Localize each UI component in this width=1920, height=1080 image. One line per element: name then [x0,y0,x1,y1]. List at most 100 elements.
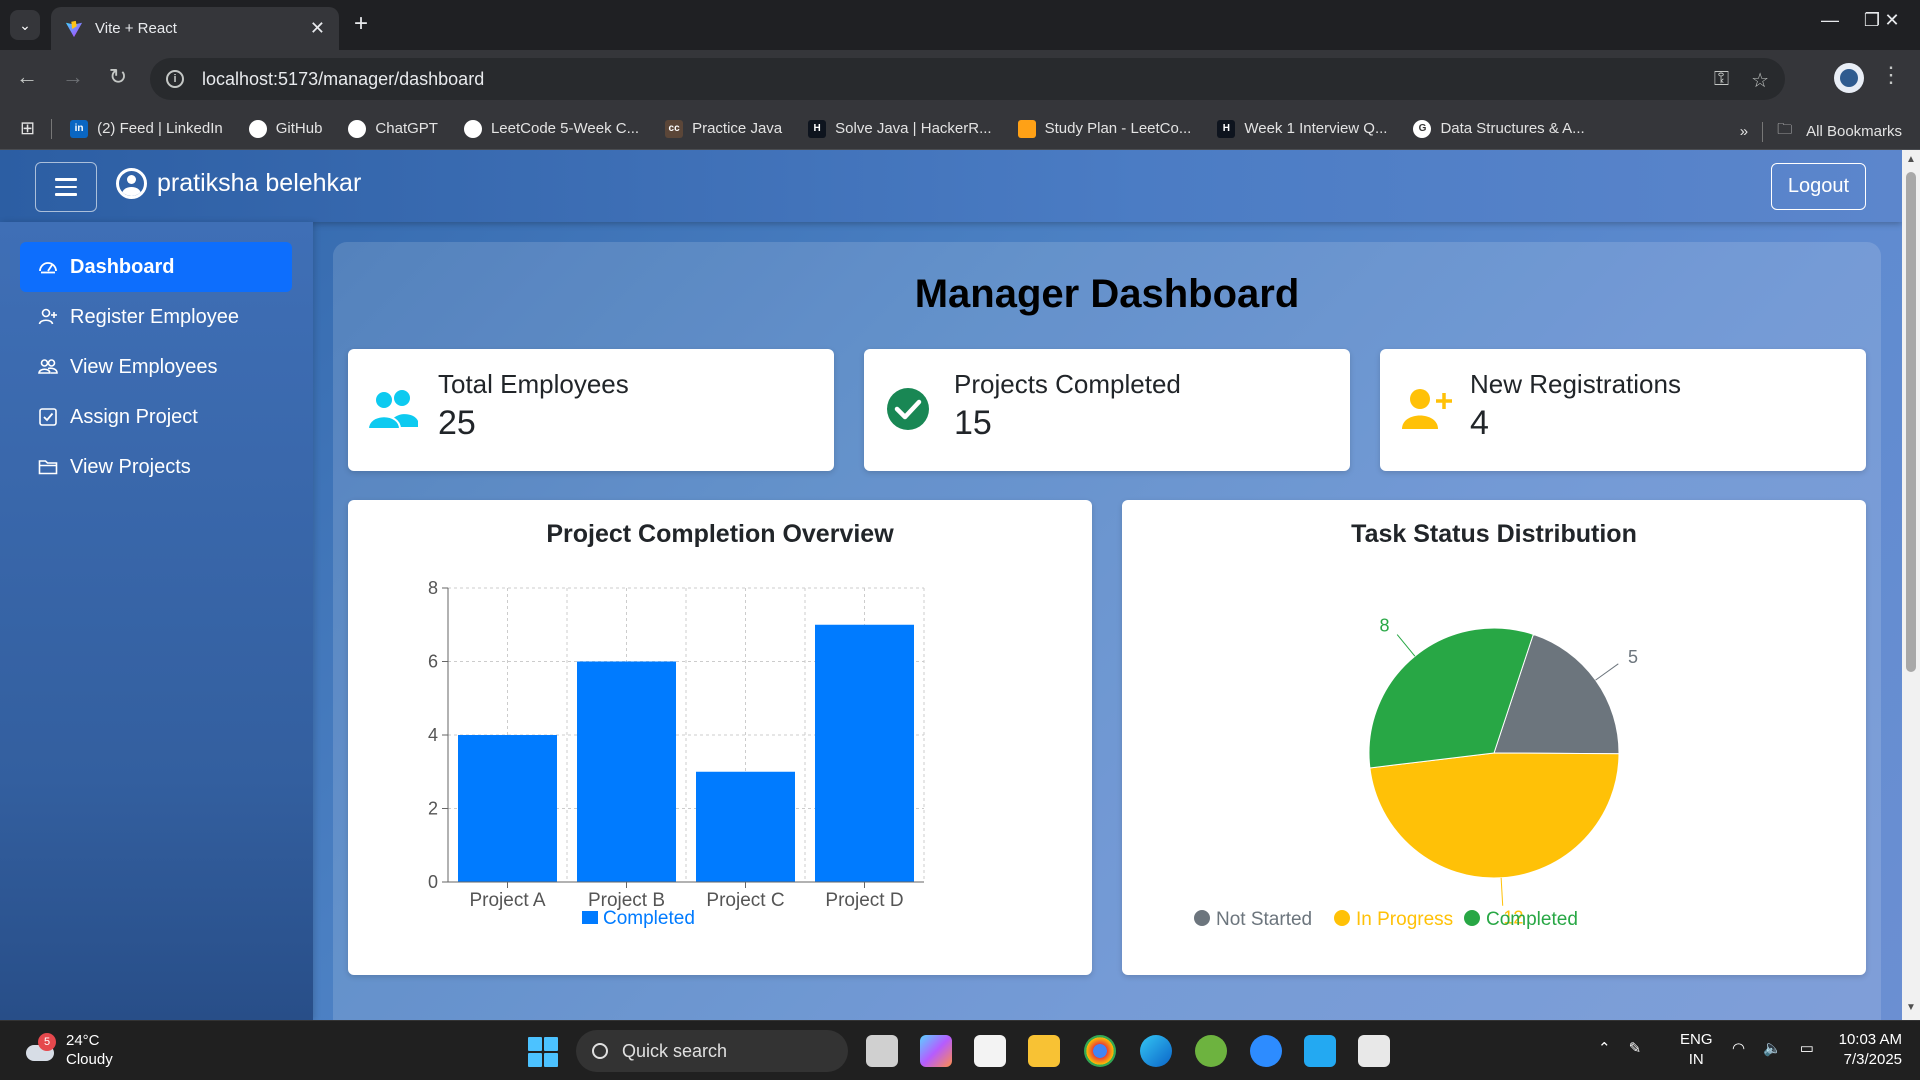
profile-avatar[interactable] [1834,63,1864,93]
hackerrank-icon: H [808,119,827,138]
bookmark-item[interactable]: H Week 1 Interview Q... [1217,119,1387,138]
volume-icon: 🔈 [1763,1040,1782,1057]
bookmark-star-icon[interactable]: ☆ [1751,68,1769,93]
close-tab-icon[interactable]: ✕ [310,18,325,39]
sidebar-item-assign-project[interactable]: Assign Project [20,392,292,442]
quick-search-box[interactable]: Quick search [576,1030,848,1072]
zoom-icon[interactable] [1250,1035,1282,1067]
bar-chart: 02468Project A Project B Project C Project … [428,578,925,929]
scroll-down-icon[interactable]: ▼ [1906,1002,1916,1013]
windows-start-icon[interactable] [528,1037,558,1067]
tab-search-button[interactable]: ⌄ [10,10,40,40]
bookmark-item[interactable]: ChatGPT [348,119,438,138]
apps-grid-icon[interactable]: ⊞ [20,118,35,139]
sidebar-item-view-employees[interactable]: View Employees [20,342,292,392]
sidebar-item-label: Dashboard [70,255,175,278]
stat-card-new-registrations: New Registrations 4 [1380,349,1866,471]
user-name: pratiksha belehkar [157,169,362,197]
cloud-icon: 5 [22,1033,56,1063]
store-icon[interactable] [974,1035,1006,1067]
chrome-icon[interactable] [1084,1035,1116,1067]
network-sound-battery[interactable]: ◠ 🔈 ▭ [1732,1039,1814,1057]
new-tab-button[interactable]: + [354,11,368,37]
main-content: Manager Dashboard Total Employees 25 Pro… [333,242,1881,1020]
sidebar-item-label: View Projects [70,455,191,478]
bookmark-item[interactable]: G Data Structures & A... [1413,119,1585,138]
people-icon [38,359,58,374]
spring-tools-icon[interactable] [1195,1035,1227,1067]
address-bar[interactable]: i localhost:5173/manager/dashboard ⚿ ☆ [150,58,1785,100]
bookmark-item[interactable]: H Solve Java | HackerR... [808,119,992,138]
region-code: IN [1688,1051,1704,1068]
hamburger-line [55,185,77,189]
sidebar-item-register-employee[interactable]: Register Employee [20,292,292,342]
y-tick-label: 6 [428,652,438,672]
bar [696,771,795,882]
folder-icon: 🗀 [1777,121,1793,138]
close-window-button[interactable]: ✕ [1872,10,1912,31]
password-key-icon[interactable]: ⚿ [1714,68,1729,93]
bar [815,624,914,882]
pen-icon[interactable]: ✎ [1629,1039,1642,1057]
vscode-icon[interactable] [1304,1035,1336,1067]
browser-toolbar: ← → ↻ i localhost:5173/manager/dashboard… [0,50,1920,108]
forward-button[interactable]: → [58,64,88,90]
page-scrollbar[interactable]: ▲ ▼ [1902,150,1920,1020]
lang-code: ENG [1680,1031,1713,1048]
card-value: 4 [1470,404,1489,442]
stat-card-total-employees: Total Employees 25 [348,349,834,471]
scroll-up-icon[interactable]: ▲ [1906,154,1916,165]
legend-swatch [1334,910,1350,926]
language-indicator[interactable]: ENG IN [1680,1030,1713,1070]
sidebar-toggle-button[interactable] [35,162,97,212]
all-bookmarks-link[interactable]: All Bookmarks [1806,123,1902,140]
more-bookmarks-icon[interactable]: » [1740,123,1748,140]
snipping-tool-icon[interactable] [1358,1035,1390,1067]
sidebar-item-label: Register Employee [70,305,239,328]
people-icon [368,390,418,430]
weather-widget[interactable]: 5 24°C Cloudy [22,1031,113,1069]
reload-button[interactable]: ↻ [103,64,133,90]
bookmark-item[interactable]: cc Practice Java [665,119,782,138]
browser-tab[interactable]: Vite + React ✕ [51,7,339,50]
label-leader-line [1595,663,1619,681]
sidebar-item-dashboard[interactable]: Dashboard [20,242,292,292]
leetcode-icon [463,119,482,138]
browser-menu-icon[interactable]: ⋮ [1880,62,1902,88]
notification-badge: 5 [38,1033,56,1051]
bar-chart-panel: Project Completion Overview 0 2 4 6 8 Project… [348,500,1092,975]
minimize-button[interactable]: — [1810,10,1850,31]
bar [577,661,676,882]
card-label: Total Employees [438,369,629,399]
chevron-down-icon: ⌄ [19,16,31,33]
legend-label: Not Started [1216,909,1312,930]
browser-tab-bar: ⌄ Vite + React ✕ + — ❐ ✕ [0,0,1920,50]
copilot-icon[interactable] [920,1035,952,1067]
leetcode-icon [1017,119,1036,138]
user-info: pratiksha belehkar [116,168,361,199]
bookmark-item[interactable]: GitHub [248,119,323,138]
speedometer-icon [39,262,57,274]
google-icon: G [1413,119,1432,138]
card-label: Projects Completed [954,369,1181,399]
file-explorer-icon[interactable] [1028,1035,1060,1067]
task-view-icon[interactable] [866,1035,898,1067]
scroll-thumb[interactable] [1906,172,1916,672]
logout-button[interactable]: Logout [1771,163,1866,210]
sidebar-item-view-projects[interactable]: View Projects [20,442,292,492]
bookmark-label: ChatGPT [375,120,438,137]
search-label: Quick search [622,1040,728,1061]
bookmarks-divider-right [1762,121,1764,142]
person-add-icon [38,308,57,325]
bookmark-item[interactable]: in (2) Feed | LinkedIn [70,119,223,138]
back-button[interactable]: ← [12,64,42,90]
bookmark-item[interactable]: Study Plan - LeetCo... [1017,119,1191,138]
site-info-icon[interactable]: i [166,70,184,88]
edge-icon[interactable] [1140,1035,1172,1067]
bookmark-label: GitHub [275,120,323,137]
hackerrank-icon: H [1217,119,1236,138]
bookmark-item[interactable]: LeetCode 5-Week C... [463,119,639,138]
clock[interactable]: 10:03 AM 7/3/2025 [1832,1030,1902,1070]
bookmark-label: (2) Feed | LinkedIn [97,120,223,137]
chevron-up-icon[interactable]: ⌃ [1598,1039,1611,1057]
